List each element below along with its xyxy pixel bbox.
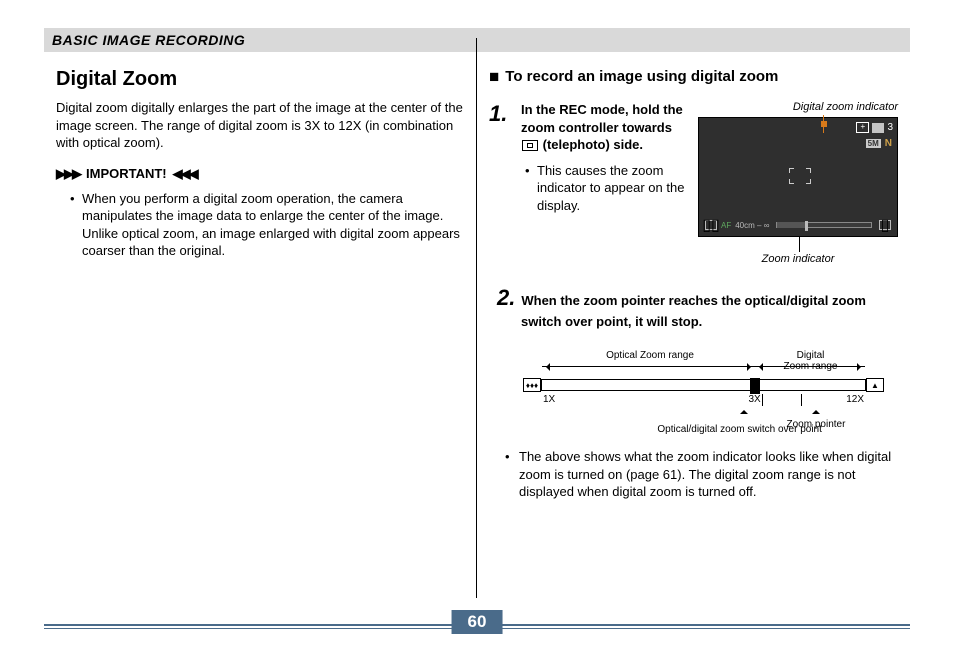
lcd-top-right: 3 — [856, 122, 893, 133]
caption-zoom-indicator: Zoom indicator — [698, 253, 898, 265]
focus-frame-icon — [789, 168, 811, 184]
camera-screen-illustration: Digital zoom indicator 3 5M N — [698, 101, 898, 265]
intro-paragraph: Digital zoom digitally enlarges the part… — [56, 99, 465, 152]
callout-arrow-left — [740, 406, 748, 420]
zoom-knob-icon — [805, 221, 808, 231]
focus-distance: 40cm – ∞ — [735, 221, 769, 230]
important-bullet: When you perform a digital zoom operatio… — [70, 190, 465, 260]
label-1x: 1X — [543, 394, 555, 405]
tele-icon: ▯ — [879, 220, 891, 230]
zoom-range-diagram: Optical Zoom range Digital Zoom range ♦♦… — [523, 350, 884, 442]
important-label: IMPORTANT! — [86, 166, 167, 181]
zoom-range-bar — [541, 379, 866, 391]
important-heading: ▶▶▶ IMPORTANT! ◀◀◀ — [56, 166, 465, 182]
step-1-bullets: This causes the zoom indicator to appear… — [521, 162, 688, 215]
manual-page: BASIC IMAGE RECORDING Digital Zoom Digit… — [0, 0, 954, 646]
digital-zoom-indicator-icon — [821, 121, 827, 127]
important-list: When you perform a digital zoom operatio… — [56, 190, 465, 260]
step-1-number: 1. — [489, 101, 511, 265]
optical-arrows-icon — [542, 366, 755, 376]
left-column: Digital Zoom Digital zoom digitally enla… — [44, 62, 477, 501]
deco-arrows-right-icon: ▶▶▶ — [56, 166, 80, 182]
section-header: BASIC IMAGE RECORDING — [44, 28, 910, 52]
page-number: 60 — [452, 610, 503, 634]
caption-digital-zoom-indicator: Digital zoom indicator — [698, 101, 898, 113]
lcd-row-2: 5M N — [866, 138, 892, 149]
lcd-bottom-row: ▯▯ AF 40cm – ∞ ▯ — [705, 220, 891, 230]
shots-remaining: 3 — [887, 122, 893, 133]
step-2-lead: 2.When the zoom pointer reaches the opti… — [521, 283, 898, 330]
wide-icon: ▯▯ — [705, 220, 717, 230]
digital-arrows-icon — [755, 366, 865, 376]
status-icon — [872, 123, 884, 133]
content-columns: Digital Zoom Digital zoom digitally enla… — [44, 62, 910, 501]
callout-switch-point: Optical/digital zoom switch over point — [610, 424, 870, 435]
step-1-lead: In the REC mode, hold the zoom controlle… — [521, 101, 688, 154]
step-2: 2.When the zoom pointer reaches the opti… — [489, 283, 898, 330]
tele-end-icon: ▲ — [866, 378, 884, 392]
digital-zoom-title: Digital Zoom — [56, 68, 465, 91]
magnify-icon — [856, 122, 869, 133]
square-bullet-icon: ■ — [489, 68, 499, 85]
label-3x: 3X — [748, 394, 760, 405]
step-1-bullet: This causes the zoom indicator to appear… — [525, 162, 688, 215]
right-column: ■ To record an image using digital zoom … — [477, 62, 910, 501]
arrow-up-icon — [740, 406, 748, 414]
diagram-bar-row: ♦♦♦ ▲ — [523, 378, 884, 392]
zoom-pointer-icon — [750, 378, 760, 394]
step-1-text: In the REC mode, hold the zoom controlle… — [521, 101, 688, 265]
label-12x: 12X — [846, 394, 864, 405]
procedure-heading: ■ To record an image using digital zoom — [489, 68, 898, 85]
af-label: AF — [721, 221, 731, 230]
column-divider — [476, 38, 477, 598]
deco-arrows-left-icon: ◀◀◀ — [173, 166, 197, 182]
arrow-up-icon — [812, 406, 820, 414]
note-paragraph: The above shows what the zoom indicator … — [489, 448, 898, 501]
zoom-bar-icon — [776, 222, 872, 228]
procedure-heading-text: To record an image using digital zoom — [505, 68, 778, 85]
image-size-badge: 5M — [866, 139, 881, 148]
step-2-number: 2. — [497, 285, 515, 310]
quality-indicator: N — [885, 138, 892, 149]
telephoto-icon — [522, 140, 538, 151]
camera-lcd: 3 5M N ▯▯ AF 40cm – ∞ — [698, 117, 898, 237]
step-1: 1. In the REC mode, hold the zoom contro… — [489, 101, 898, 265]
callout-line-bottom-icon — [799, 236, 800, 252]
wide-end-icon: ♦♦♦ — [523, 378, 541, 392]
